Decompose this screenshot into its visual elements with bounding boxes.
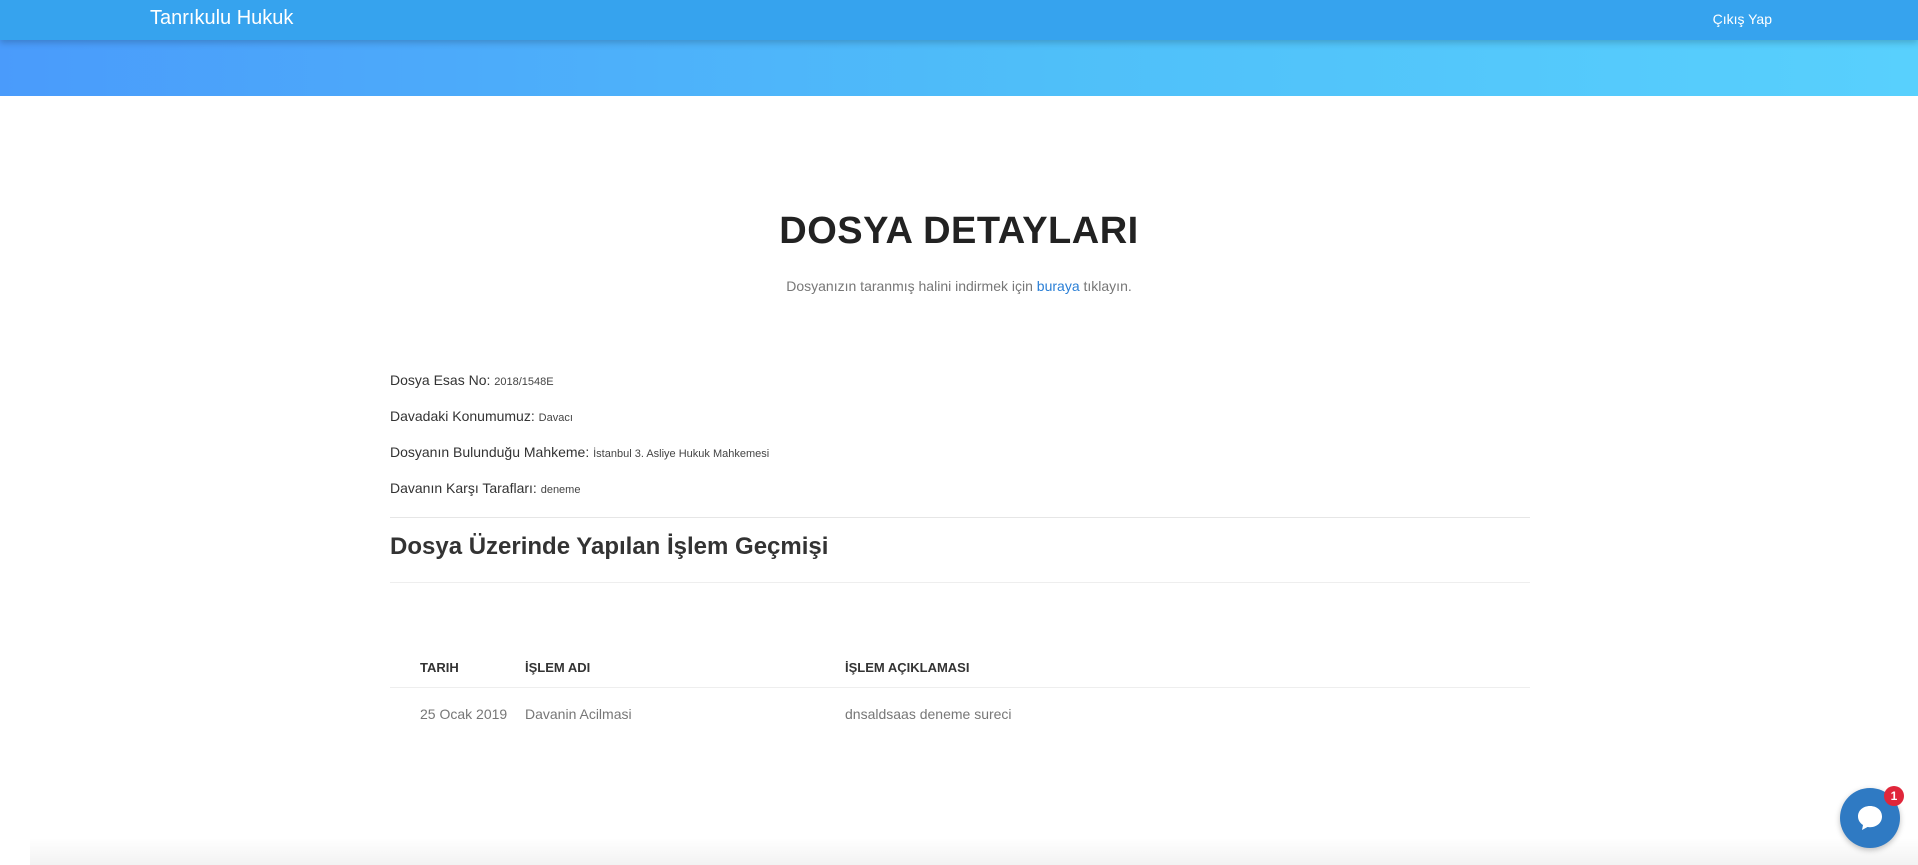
detail-label: Dosyanın Bulunduğu Mahkeme: — [390, 444, 594, 460]
chat-notification-badge: 1 — [1884, 786, 1904, 806]
table-row: 25 Ocak 2019 Davanin Acilmasi dnsaldsaas… — [390, 688, 1530, 740]
detail-row-opposing-parties: Davanın Karşı Tarafları: deneme — [390, 480, 769, 516]
detail-row-position: Davadaki Konumumuz: Davacı — [390, 408, 769, 444]
brand-logo-text[interactable]: Tanrıkulu Hukuk — [150, 7, 293, 30]
detail-label: Davadaki Konumumuz: — [390, 408, 539, 424]
column-header-operation-name: İŞLEM ADI — [525, 660, 591, 675]
detail-value: Davacı — [538, 412, 573, 424]
detail-value: 2018/1548E — [494, 376, 554, 388]
hero-banner — [0, 40, 1918, 96]
history-table: TARIH İŞLEM ADI İŞLEM AÇIKLAMASI 25 Ocak… — [390, 658, 1530, 740]
divider — [390, 517, 1530, 518]
detail-value: deneme — [540, 484, 581, 496]
download-text-after: tıklayın. — [1079, 278, 1132, 294]
detail-row-case-number: Dosya Esas No: 2018/1548E — [390, 372, 769, 408]
detail-row-court: Dosyanın Bulunduğu Mahkeme: İstanbul 3. … — [390, 444, 769, 480]
column-header-date: TARIH — [420, 660, 459, 675]
detail-label: Davanın Karşı Tarafları: — [390, 480, 541, 496]
cell-operation-description: dnsaldsaas deneme sureci — [845, 706, 1012, 722]
cell-operation-name: Davanin Acilmasi — [525, 706, 632, 722]
cell-date: 25 Ocak 2019 — [420, 706, 508, 722]
download-link[interactable]: buraya — [1037, 278, 1080, 294]
detail-value: İstanbul 3. Asliye Hukuk Mahkemesi — [593, 448, 770, 460]
history-section-title: Dosya Üzerinde Yapılan İşlem Geçmişi — [390, 533, 829, 560]
detail-label: Dosya Esas No: — [390, 372, 495, 388]
chat-bubble-icon — [1858, 806, 1882, 830]
case-details: Dosya Esas No: 2018/1548E Davadaki Konum… — [390, 372, 769, 516]
download-instructions: Dosyanızın taranmış halini indirmek için… — [0, 278, 1918, 294]
table-header: TARIH İŞLEM ADI İŞLEM AÇIKLAMASI — [390, 658, 1530, 688]
footer-shadow — [30, 838, 1918, 865]
column-header-operation-description: İŞLEM AÇIKLAMASI — [845, 660, 970, 675]
divider — [390, 582, 1530, 583]
top-navbar: Tanrıkulu Hukuk Çıkış Yap — [0, 0, 1918, 40]
download-text-before: Dosyanızın taranmış halini indirmek için — [786, 278, 1037, 294]
logout-link[interactable]: Çıkış Yap — [1713, 11, 1772, 27]
page-title: DOSYA DETAYLARI — [779, 210, 1139, 252]
